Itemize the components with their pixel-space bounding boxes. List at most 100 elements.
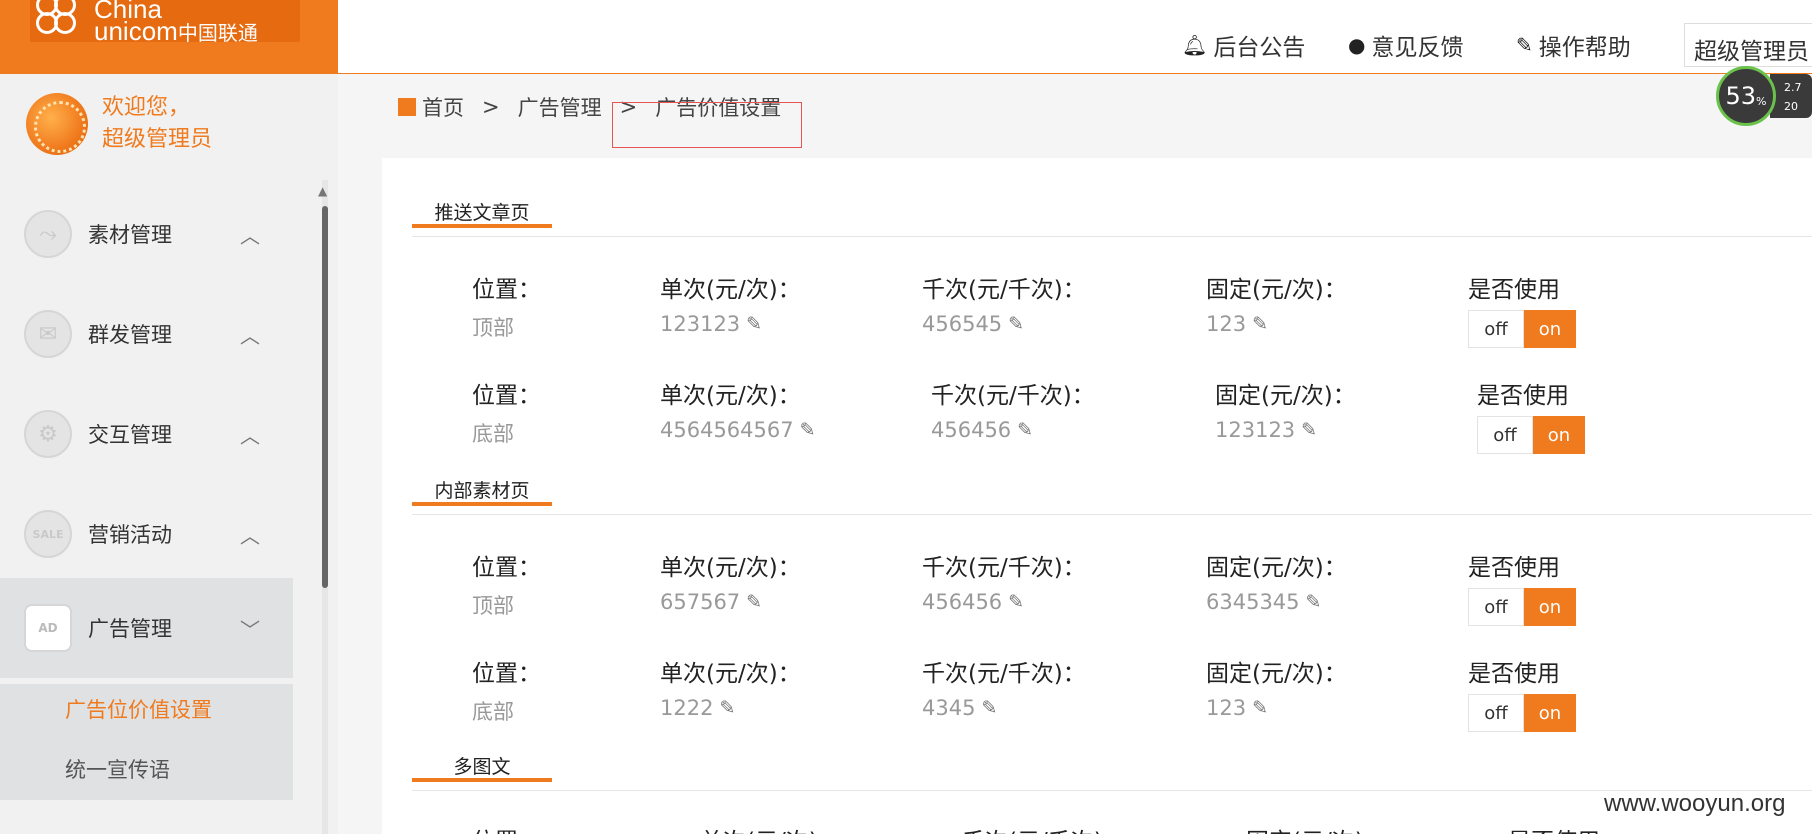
sidebar-item-marketing[interactable]: SALE 营销活动 ︿ bbox=[0, 484, 293, 584]
chevron-up-icon: ︿ bbox=[240, 223, 260, 248]
sale-icon: SALE bbox=[24, 510, 72, 558]
avatar bbox=[26, 93, 88, 155]
sidebar-item-broadcast[interactable]: ✉ 群发管理 ︿ bbox=[0, 284, 293, 384]
sidebar-item-ads[interactable]: AD 广告管理 ﹀ bbox=[0, 578, 293, 678]
use-label: 是否使用 bbox=[1508, 822, 1600, 834]
use-toggle[interactable]: off on bbox=[1477, 416, 1585, 454]
position-value: 顶部 bbox=[472, 594, 514, 618]
pencil-icon[interactable]: ✎ bbox=[1252, 313, 1268, 335]
ad-icon: AD bbox=[24, 604, 72, 652]
ad-row-partial: 位置： 单次(元/次)： 千次(元/千次)： 固定(元/次)： 是否使用 bbox=[382, 822, 1812, 834]
sidebar-subitem-ad-value[interactable]: 广告位价值设置 bbox=[65, 694, 212, 724]
breadcrumb-home[interactable]: 首页 bbox=[422, 92, 464, 122]
sidebar-subitem-slogan[interactable]: 统一宣传语 bbox=[65, 754, 170, 784]
chevron-up-icon: ︿ bbox=[240, 423, 260, 448]
use-toggle[interactable]: off on bbox=[1468, 310, 1576, 348]
toggle-off[interactable]: off bbox=[1477, 416, 1533, 454]
sidebar-item-material[interactable]: ⤳ 素材管理 ︿ bbox=[0, 184, 293, 284]
single-price-value[interactable]: 657567 ✎ bbox=[660, 590, 801, 614]
section-tab-push-article[interactable]: 推送文章页 bbox=[412, 198, 552, 228]
unicom-knot-icon bbox=[30, 0, 94, 42]
ad-row: 位置： 顶部 单次(元/次)： 657567 ✎ 千次(元/千次)： 456456 ✎ 固… bbox=[382, 548, 1812, 638]
section-tab-multi-image[interactable]: 多图文 bbox=[412, 752, 552, 782]
pencil-icon[interactable]: ✎ bbox=[746, 591, 762, 613]
use-toggle[interactable]: off on bbox=[1468, 694, 1576, 732]
annotation-highlight-box bbox=[612, 102, 802, 148]
logo-area: China unicom中国联通 bbox=[0, 0, 338, 74]
single-price-label: 单次(元/次)： bbox=[660, 277, 801, 303]
mail-icon: ✉ bbox=[24, 310, 72, 358]
unicom-logo[interactable]: China unicom中国联通 bbox=[30, 0, 300, 45]
toggle-on[interactable]: on bbox=[1533, 416, 1585, 454]
admin-menu[interactable]: 超级管理员 bbox=[1684, 23, 1812, 67]
single-price-value[interactable]: 4564564567 ✎ bbox=[660, 418, 816, 442]
toggle-off[interactable]: off bbox=[1468, 694, 1524, 732]
thousand-price-label: 千次(元/千次)： bbox=[962, 822, 1126, 834]
pencil-icon[interactable]: ✎ bbox=[746, 313, 762, 335]
single-price-label: 单次(元/次)： bbox=[660, 661, 801, 687]
use-toggle[interactable]: off on bbox=[1468, 588, 1576, 626]
ad-row: 位置： 底部 单次(元/次)： 1222 ✎ 千次(元/千次)： 4345 ✎ 固定(元/… bbox=[382, 654, 1812, 744]
single-price-value[interactable]: 123123 ✎ bbox=[660, 312, 801, 336]
ad-row: 位置： 底部 单次(元/次)： 4564564567 ✎ 千次(元/千次)： 45645… bbox=[382, 376, 1812, 466]
network-speed-widget[interactable]: 2.7 20 53% bbox=[1716, 66, 1812, 126]
divider bbox=[412, 236, 1812, 237]
thousand-price-label: 千次(元/千次)： bbox=[931, 383, 1095, 409]
divider bbox=[412, 790, 1812, 791]
feedback-link[interactable]: ● 意见反馈 bbox=[1348, 28, 1463, 62]
memory-percent: 53% bbox=[1716, 66, 1776, 126]
sidebar-scroll-thumb[interactable] bbox=[322, 206, 328, 588]
toggle-on[interactable]: on bbox=[1524, 694, 1576, 732]
section-tab-internal-material[interactable]: 内部素材页 bbox=[412, 476, 552, 506]
home-icon bbox=[398, 98, 416, 116]
pencil-icon[interactable]: ✎ bbox=[981, 697, 997, 719]
thousand-price-label: 千次(元/千次)： bbox=[922, 555, 1086, 581]
toggle-off[interactable]: off bbox=[1468, 310, 1524, 348]
pencil-icon[interactable]: ✎ bbox=[1017, 419, 1033, 441]
thousand-price-value[interactable]: 456456 ✎ bbox=[931, 418, 1095, 442]
thousand-price-label: 千次(元/千次)： bbox=[922, 277, 1086, 303]
sidebar-item-interaction[interactable]: ⚙ 交互管理 ︿ bbox=[0, 384, 293, 484]
ad-row: 位置： 顶部 单次(元/次)： 123123 ✎ 千次(元/千次)： 456545 ✎ 固… bbox=[382, 270, 1812, 360]
pencil-icon[interactable]: ✎ bbox=[1301, 419, 1317, 441]
help-link[interactable]: ✎ 操作帮助 bbox=[1516, 28, 1631, 62]
sidebar: 欢迎您， 超级管理员 ⤳ 素材管理 ︿ ✉ 群发管理 ︿ ⚙ 交互管理 ︿ SA… bbox=[0, 74, 338, 834]
gear-icon: ⚙ bbox=[24, 410, 72, 458]
welcome-block: 欢迎您， 超级管理员 bbox=[26, 92, 212, 156]
single-price-label: 单次(元/次)： bbox=[700, 822, 841, 834]
pencil-icon[interactable]: ✎ bbox=[1008, 313, 1024, 335]
single-price-value[interactable]: 1222 ✎ bbox=[660, 696, 801, 720]
main-content: 推送文章页 位置： 顶部 单次(元/次)： 123123 ✎ 千次(元/千次)： 456… bbox=[382, 158, 1812, 834]
thousand-price-value[interactable]: 4345 ✎ bbox=[922, 696, 1086, 720]
position-value: 底部 bbox=[472, 422, 514, 446]
position-label: 位置： bbox=[472, 555, 541, 581]
fixed-price-label: 固定(元/次)： bbox=[1206, 661, 1347, 687]
thousand-price-value[interactable]: 456456 ✎ bbox=[922, 590, 1086, 614]
toggle-off[interactable]: off bbox=[1468, 588, 1524, 626]
pencil-icon[interactable]: ✎ bbox=[1306, 591, 1322, 613]
pencil-icon[interactable]: ✎ bbox=[800, 419, 816, 441]
position-label: 位置： bbox=[472, 661, 541, 687]
welcome-line: 欢迎您， bbox=[102, 95, 191, 120]
toggle-on[interactable]: on bbox=[1524, 588, 1576, 626]
pencil-icon[interactable]: ✎ bbox=[1252, 697, 1268, 719]
fixed-price-value[interactable]: 123 ✎ bbox=[1206, 312, 1347, 336]
watermark: www.wooyun.org bbox=[1604, 790, 1786, 817]
ads-submenu: 广告位价值设置 统一宣传语 bbox=[0, 684, 293, 800]
announcement-link[interactable]: 🔔︎ 后台公告 bbox=[1182, 28, 1305, 62]
position-value: 顶部 bbox=[472, 316, 514, 340]
pencil-icon[interactable]: ✎ bbox=[719, 697, 735, 719]
fixed-price-value[interactable]: 123123 ✎ bbox=[1215, 418, 1356, 442]
chevron-up-icon: ︿ bbox=[240, 323, 260, 348]
thousand-price-label: 千次(元/千次)： bbox=[922, 661, 1086, 687]
speed-readout: 2.7 20 bbox=[1770, 74, 1812, 118]
thousand-price-value[interactable]: 456545 ✎ bbox=[922, 312, 1086, 336]
scroll-up-icon[interactable]: ▲ bbox=[318, 184, 327, 198]
fixed-price-value[interactable]: 123 ✎ bbox=[1206, 696, 1347, 720]
chevron-down-icon: ﹀ bbox=[240, 617, 260, 642]
breadcrumb-ads[interactable]: 广告管理 bbox=[518, 92, 602, 122]
fixed-price-value[interactable]: 6345345 ✎ bbox=[1206, 590, 1347, 614]
toggle-on[interactable]: on bbox=[1524, 310, 1576, 348]
user-name: 超级管理员 bbox=[102, 127, 213, 152]
pencil-icon[interactable]: ✎ bbox=[1008, 591, 1024, 613]
